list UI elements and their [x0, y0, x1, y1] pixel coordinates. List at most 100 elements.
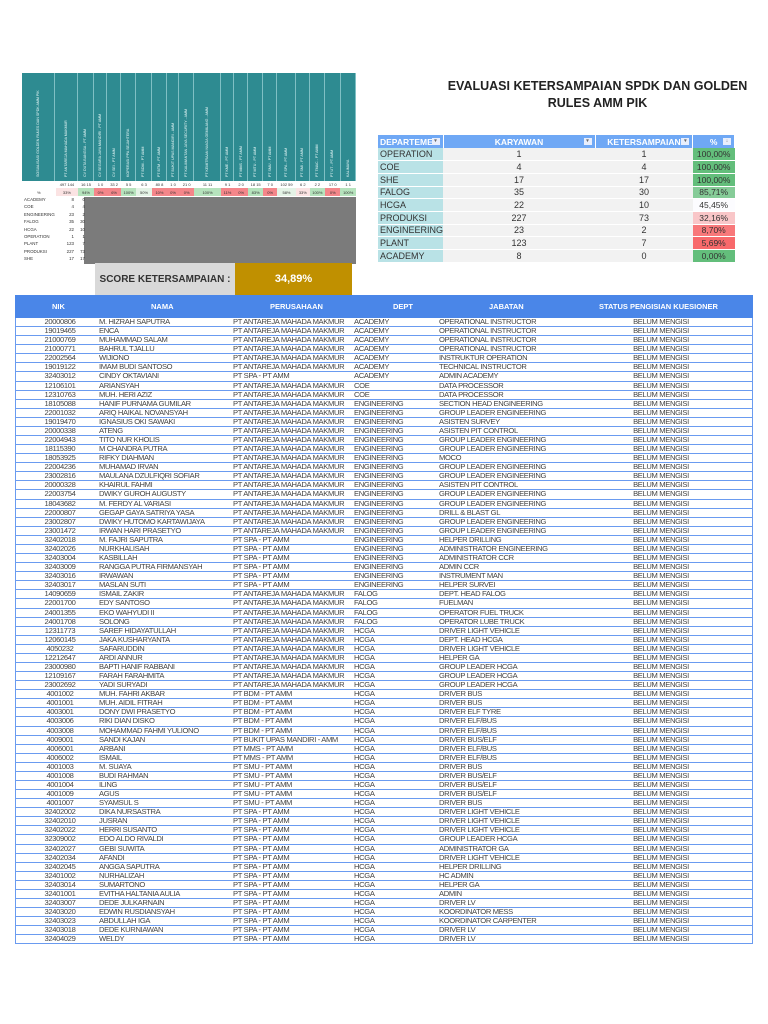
col-perusahaan[interactable]: PERUSAHAAN — [270, 302, 323, 311]
dashboard-percent-cell: 0% — [178, 188, 195, 196]
dashboard-percent-cell: 100% — [340, 188, 356, 196]
dept-cell: HCGA — [354, 934, 375, 944]
dept-cell: ENGINEERING — [354, 498, 404, 508]
status-cell: BELUM MENGISI — [633, 843, 689, 853]
nama-cell: NURHALIZAH — [99, 870, 145, 880]
karyawan-cell: 123 — [443, 236, 596, 250]
dashboard-column-label: CV SEI - PT AMM — [111, 148, 116, 177]
dashboard-dept-row: COE 4 4 — [22, 204, 356, 211]
nama-cell: WELDY — [99, 934, 125, 944]
header-karyawan[interactable]: KARYAWAN ▾ — [443, 135, 596, 148]
jabatan-cell: GROUP LEADER ENGINEERING — [439, 498, 547, 508]
dept-cell: HCGA — [354, 734, 375, 744]
filter-dropdown-icon[interactable]: ▾ — [431, 138, 440, 145]
jabatan-cell: GROUP LEADER ENGINEERING — [439, 489, 547, 499]
filter-dropdown-icon[interactable]: ▾ — [583, 138, 592, 145]
dashboard-column-header: KOPERASI PPA SEJAHTERA — [121, 73, 137, 181]
dept-total: 23 — [69, 211, 74, 217]
dept-cell: PLANT — [378, 236, 444, 250]
perusahaan-cell: PT ANTAREJA MAHADA MAKMUR — [233, 498, 345, 508]
dashboard-column-label: PT SPA - PT AMM — [284, 147, 288, 177]
dashboard-column-label: PT SMU - PT AMM — [267, 146, 272, 177]
dashboard-percent-cell: 50% — [136, 188, 152, 196]
perusahaan-cell: PT SPA - PT AMM — [233, 843, 290, 853]
sort-icon[interactable]: ↓ — [723, 138, 731, 145]
perusahaan-cell: PT ANTAREJA MAHADA MAKMUR — [233, 507, 345, 517]
nik-cell: 12311773 — [44, 625, 76, 635]
perusahaan-cell: PT SPA - PT AMM — [233, 834, 290, 844]
dept-cell: ENGINEERING — [354, 489, 404, 499]
jabatan-cell: DATA PROCESSOR — [439, 380, 504, 390]
dashboard-column-label: PT KME - PT AMM — [224, 146, 229, 177]
karyawan-cell: 8 — [443, 249, 596, 263]
col-nik[interactable]: NIK — [52, 302, 65, 311]
dept-reached: 1 — [82, 233, 85, 239]
dept-total: 22 — [69, 226, 74, 232]
percent-cell: 100,00% — [692, 148, 735, 162]
nik-cell: 22001700 — [44, 598, 76, 608]
dashboard-percent-cell: 58% — [276, 188, 297, 196]
dept-cell: HCGA — [354, 843, 375, 853]
filter-dropdown-icon[interactable]: ▾ — [681, 138, 690, 145]
dept-cell: PRODUKSI — [378, 211, 444, 225]
dept-cell: COE — [354, 380, 370, 390]
nik-cell: 22001032 — [44, 407, 76, 417]
dashboard-column-label: PT KEMITRAAN NIAGA GEMILANG - AMM — [205, 107, 210, 177]
status-cell: BELUM MENGISI — [633, 634, 689, 644]
nik-cell: 4006001 — [46, 743, 74, 753]
header-ketersampaian[interactable]: KETERSAMPAIAN ▾ — [595, 135, 694, 148]
status-cell: BELUM MENGISI — [633, 752, 689, 762]
dept-cell: HCGA — [354, 725, 375, 735]
perusahaan-cell: PT SPA - PT AMM — [233, 934, 290, 944]
dashboard-percent-cell: 33% — [55, 188, 79, 196]
dashboard-dept-rows: ACADEMY 8 0 COE 4 4 ENGINEERING 23 2 FALOG 35 30 HCG… — [22, 197, 356, 264]
table-row[interactable]: 32404029 WELDY PT SPA - PT AMM HCGA DRIVER L… — [15, 934, 753, 945]
dashboard-column-header: PT KEMITRAAN NIAGA GEMILANG - AMM — [194, 73, 221, 181]
dept-total: 4 — [71, 204, 74, 210]
dept-cell: ENGINEERING — [354, 507, 404, 517]
col-dept[interactable]: DEPT — [393, 302, 413, 311]
status-cell: BELUM MENGISI — [633, 598, 689, 608]
dashboard-dept-row: PLANT 123 7 — [22, 241, 356, 248]
nik-cell: 32402045 — [44, 861, 76, 871]
nama-cell: MOHAMMAD FAHMI YULIONO — [99, 725, 199, 735]
dept-cell: HCGA — [354, 861, 375, 871]
dept-cell: ENGINEERING — [354, 516, 404, 526]
nik-cell: 4003006 — [46, 716, 74, 726]
perusahaan-cell: PT ANTAREJA MAHADA MAKMUR — [233, 489, 345, 499]
status-cell: BELUM MENGISI — [633, 398, 689, 408]
status-cell: BELUM MENGISI — [633, 743, 689, 753]
ketersampaian-cell: 4 — [595, 160, 693, 174]
nama-cell: ARBANI — [99, 743, 126, 753]
dashboard-total-cell: 6 3 — [141, 182, 147, 187]
dashboard-column-header: PT BTM - PT AMM — [152, 73, 168, 181]
nama-cell: DWIKY HUTOMO KARTAWIJAYA — [99, 516, 205, 526]
perusahaan-cell: PT ANTAREJA MAHADA MAKMUR — [233, 516, 345, 526]
dashboard-column-headers: SOSIALISASI GOLDEN RULES DAN SPDK AMM PI… — [22, 73, 356, 181]
dashboard-total-cell: 9 1 — [224, 182, 231, 187]
jabatan-cell: DRIVER LIGHT VEHICLE — [439, 625, 520, 635]
header-percent[interactable]: % ↓ — [692, 135, 735, 148]
karyawan-cell: 227 — [443, 211, 596, 225]
perusahaan-cell: PT ANTAREJA MAHADA MAKMUR — [233, 389, 345, 399]
col-jabatan[interactable]: JABATAN — [489, 302, 524, 311]
nama-cell: GEBI SUWITA — [99, 843, 145, 853]
employee-table-header: NIK NAMA PERUSAHAAN DEPT JABATAN STATUS … — [15, 295, 753, 318]
dept-cell: COE — [378, 160, 444, 174]
dashboard-column-header: CV SEI - PT AMM — [107, 73, 121, 181]
status-cell: BELUM MENGISI — [633, 371, 689, 381]
status-cell: BELUM MENGISI — [633, 834, 689, 844]
status-cell: BELUM MENGISI — [633, 389, 689, 399]
header-departemen[interactable]: DEPARTEMEN ▾ — [378, 135, 444, 148]
dept-label: HCGA — [24, 226, 37, 232]
status-cell: BELUM MENGISI — [633, 489, 689, 499]
dept-reached: 30 — [80, 219, 85, 225]
dashboard-total-cell: 11 11 — [202, 182, 213, 187]
dept-cell: ACADEMY — [378, 249, 444, 263]
col-status[interactable]: STATUS PENGISIAN KUESIONER — [599, 302, 718, 311]
dept-label: PLANT — [24, 241, 39, 247]
dashboard-dept-row: OPERATION 1 1 — [22, 234, 356, 241]
col-nama[interactable]: NAMA — [151, 302, 174, 311]
jabatan-cell: DATA PROCESSOR — [439, 389, 504, 399]
